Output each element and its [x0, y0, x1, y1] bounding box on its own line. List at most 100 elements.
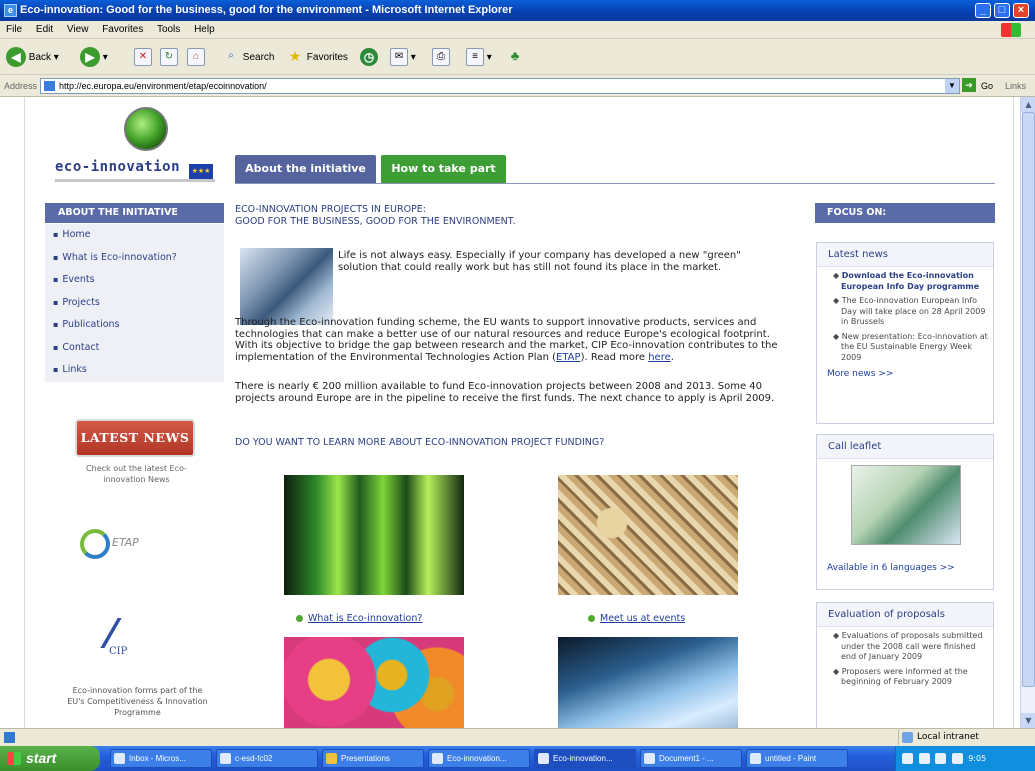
- mail-button[interactable]: ✉ ▾: [390, 47, 416, 69]
- forward-button[interactable]: ▶ ▾: [80, 47, 108, 69]
- security-icon[interactable]: [935, 753, 947, 764]
- etap-link[interactable]: ETAP: [556, 352, 581, 363]
- leaflet-languages-link[interactable]: Available in 6 languages >>: [827, 563, 955, 573]
- sidebar-item-what-is[interactable]: ▪ What is Eco-innovation?: [45, 247, 224, 270]
- intro-paragraph: Life is not always easy. Especially if y…: [338, 250, 741, 273]
- scroll-down-icon[interactable]: ▼: [1021, 713, 1035, 728]
- edit-button[interactable]: ≡ ▾: [466, 47, 492, 69]
- task-label: Eco-innovation...: [553, 754, 613, 763]
- bullet-icon: ▪: [53, 230, 59, 239]
- tab-how-to-take-part[interactable]: How to take part: [381, 155, 506, 183]
- latest-news-button[interactable]: LATEST NEWS: [75, 419, 195, 457]
- menu-help[interactable]: Help: [194, 24, 215, 35]
- volume-icon[interactable]: [951, 753, 963, 764]
- etap-logo[interactable]: ETAP: [80, 527, 195, 561]
- sidebar-item-home[interactable]: ▪ Home: [45, 224, 224, 247]
- crowd-photo[interactable]: [558, 475, 738, 595]
- news-text: The Eco-innovation European Info Day wil…: [841, 296, 986, 326]
- taskbar-item[interactable]: Presentations: [322, 749, 424, 768]
- menu-file[interactable]: File: [6, 24, 22, 35]
- sidebar-item-contact[interactable]: ▪ Contact: [45, 337, 224, 360]
- green-dot-icon: [296, 615, 303, 622]
- address-bar: Address http://ec.europa.eu/environment/…: [0, 75, 1035, 97]
- cip-runner-icon: [100, 618, 154, 648]
- sidebar-item-events[interactable]: ▪ Events: [45, 269, 224, 292]
- taskbar-item-active[interactable]: Eco-innovation...: [534, 749, 636, 768]
- menu-favorites[interactable]: Favorites: [102, 24, 143, 35]
- minimize-button[interactable]: _: [975, 3, 991, 18]
- site-logo-text[interactable]: eco-innovation: [55, 159, 180, 175]
- vertical-scrollbar[interactable]: ▲ ▼: [1020, 97, 1035, 728]
- nav-label: Home: [62, 229, 91, 240]
- close-button[interactable]: ×: [1013, 3, 1029, 18]
- windows-flag-icon: [1001, 23, 1021, 37]
- stop-button[interactable]: ✕: [134, 47, 152, 69]
- go-arrow-icon[interactable]: ➔: [962, 78, 976, 92]
- what-is-eco-innovation-link[interactable]: What is Eco-innovation?: [296, 613, 422, 624]
- sidebar-item-links[interactable]: ▪ Links: [45, 359, 224, 382]
- taskbar-item[interactable]: Document1 - ...: [640, 749, 742, 768]
- latest-news-box: Latest news ◆ Download the Eco-innovatio…: [816, 242, 994, 424]
- go-label[interactable]: Go: [981, 75, 993, 97]
- refresh-button[interactable]: ↻: [160, 47, 178, 69]
- logo-underline: [55, 179, 215, 182]
- scrollbar-thumb[interactable]: [1022, 112, 1035, 687]
- tab-about-initiative[interactable]: About the initiative: [235, 155, 376, 183]
- menu-tools[interactable]: Tools: [157, 24, 180, 35]
- thread-spools-photo[interactable]: [284, 637, 464, 728]
- favorites-label: Favorites: [306, 52, 348, 63]
- cip-caption: Eco-innovation forms part of the EU's Co…: [67, 686, 208, 717]
- eco-innovation-orb-logo: [124, 107, 168, 151]
- ie-icon: [432, 753, 443, 764]
- scheme-text: Through the Eco-innovation funding schem…: [235, 317, 778, 363]
- ie-logo-icon: e: [4, 4, 17, 17]
- security-zone: Local intranet: [898, 730, 1033, 745]
- more-news-link[interactable]: More news >>: [817, 363, 993, 379]
- call-leaflet-box: Call leaflet Available in 6 languages >>: [816, 434, 994, 590]
- bottles-photo[interactable]: [284, 475, 464, 595]
- clock[interactable]: 9:05: [968, 754, 986, 763]
- leaflet-thumbnail[interactable]: [851, 465, 961, 545]
- cip-logo[interactable]: CIP: [100, 612, 161, 662]
- evaluation-box: Evaluation of proposals ◆ Evaluations of…: [816, 602, 994, 728]
- taskbar-item[interactable]: Inbox - Micros...: [110, 749, 212, 768]
- paint-icon: [750, 753, 761, 764]
- chevron-down-icon[interactable]: ▼: [945, 79, 959, 93]
- search-icon: ⌕: [228, 50, 234, 62]
- history-button[interactable]: ◷: [360, 47, 378, 69]
- address-input[interactable]: http://ec.europa.eu/environment/etap/eco…: [40, 78, 960, 94]
- tab-divider: [235, 183, 995, 184]
- sidebar-item-publications[interactable]: ▪ Publications: [45, 314, 224, 337]
- favorites-button[interactable]: ★ Favorites: [286, 47, 348, 69]
- eu-flag-icon: ★★★: [189, 164, 213, 179]
- language-icon[interactable]: [902, 753, 913, 764]
- computer-icon: [220, 753, 231, 764]
- keyboard-photo[interactable]: [558, 637, 738, 728]
- messenger-button[interactable]: ♣: [506, 47, 524, 69]
- menu-view[interactable]: View: [67, 24, 89, 35]
- start-button[interactable]: start: [0, 746, 100, 771]
- funding-paragraph: There is nearly € 200 million available …: [235, 381, 775, 404]
- links-label[interactable]: Links: [1005, 75, 1026, 97]
- scroll-up-icon[interactable]: ▲: [1021, 97, 1035, 112]
- menu-edit[interactable]: Edit: [36, 24, 53, 35]
- search-button[interactable]: ⌕ Search: [222, 47, 274, 69]
- sidebar-item-projects[interactable]: ▪ Projects: [45, 292, 224, 315]
- focus-header: FOCUS ON:: [815, 203, 995, 223]
- evaluation-title: Evaluation of proposals: [817, 603, 993, 627]
- back-button[interactable]: ◀ Back ▾: [6, 47, 59, 69]
- read-more-link[interactable]: here: [648, 352, 671, 363]
- maximize-button[interactable]: □: [994, 3, 1010, 18]
- nav-label: Links: [62, 364, 87, 375]
- home-icon: ⌂: [187, 48, 205, 67]
- refresh-icon: ↻: [160, 48, 178, 67]
- meet-us-at-events-link[interactable]: Meet us at events: [588, 613, 685, 624]
- taskbar-item[interactable]: c-esd-fc02: [216, 749, 318, 768]
- nav-label: Projects: [62, 296, 100, 308]
- network-icon[interactable]: [918, 753, 930, 764]
- news-item[interactable]: ◆ Download the Eco-innovation European I…: [825, 271, 989, 292]
- print-button[interactable]: ⎙: [432, 47, 450, 69]
- home-button[interactable]: ⌂: [187, 47, 205, 69]
- taskbar-item[interactable]: Eco-innovation...: [428, 749, 530, 768]
- taskbar-item[interactable]: untitled - Paint: [746, 749, 848, 768]
